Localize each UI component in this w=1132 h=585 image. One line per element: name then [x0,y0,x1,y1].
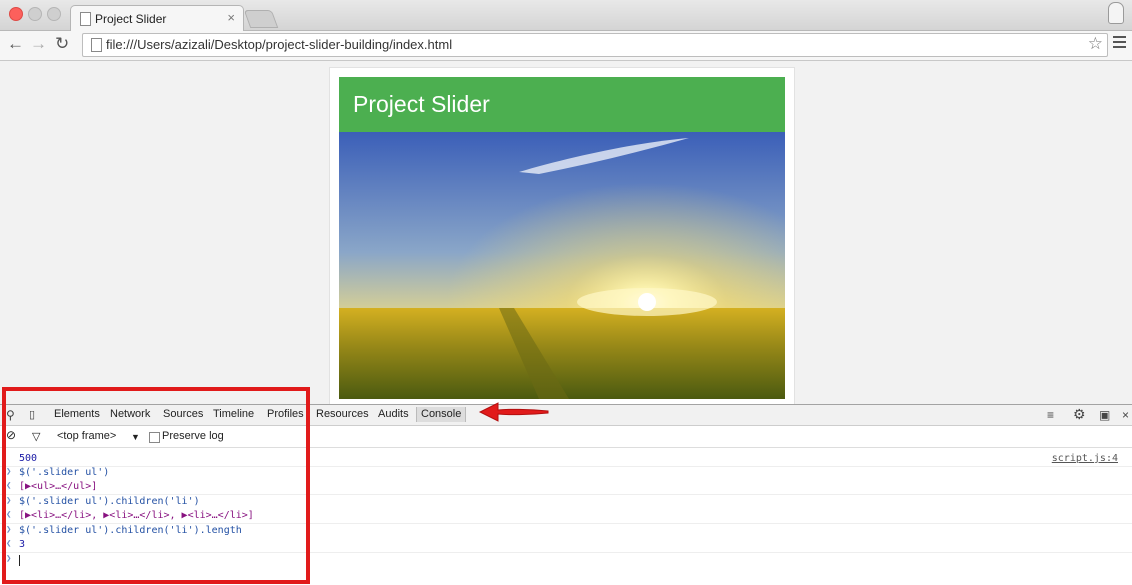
reload-icon[interactable]: ↻ [55,34,69,54]
red-arrow-icon [478,402,549,422]
url-text[interactable]: file:///Users/azizali/Desktop/project-sl… [106,37,452,52]
menu-icon[interactable] [1113,36,1126,51]
slider-container: Project Slider [329,67,795,404]
new-tab-button[interactable] [243,10,279,28]
zoom-window-button[interactable] [47,7,61,21]
tab-console[interactable]: Console [416,407,467,422]
forward-arrow-icon[interactable]: → [30,34,47,54]
close-icon[interactable]: × [1122,408,1129,422]
page-viewport: Project Slider [0,61,1132,404]
slider-header: Project Slider [339,77,785,132]
highlight-box [2,387,310,584]
page-title: Project Slider [353,91,490,117]
profile-icon[interactable] [1108,2,1124,24]
star-icon[interactable]: ☆ [1088,34,1103,54]
sunrise-field-image [339,132,785,399]
slide-image [339,132,785,399]
address-bar[interactable]: file:///Users/azizali/Desktop/project-sl… [82,33,1108,57]
tab-close-button[interactable]: × [227,10,235,25]
minimize-window-button[interactable] [28,7,42,21]
close-window-button[interactable] [9,7,23,21]
back-arrow-icon[interactable]: ← [7,34,24,54]
tab-audits[interactable]: Audits [378,408,409,420]
page-icon [80,12,91,26]
tab-resources[interactable]: Resources [316,408,369,420]
tab-strip: Project Slider × [0,0,1132,32]
document-icon [91,38,102,52]
tab-title: Project Slider [95,12,167,26]
browser-tab[interactable]: Project Slider × [70,5,244,32]
browser-toolbar: ← → ↻ file:///Users/azizali/Desktop/proj… [0,31,1132,61]
source-link[interactable]: script.js:4 [1052,453,1118,464]
console-drawer-icon[interactable]: ≡ [1047,408,1054,422]
dock-icon[interactable]: ▣ [1099,408,1110,422]
gear-icon[interactable]: ⚙ [1073,406,1086,423]
